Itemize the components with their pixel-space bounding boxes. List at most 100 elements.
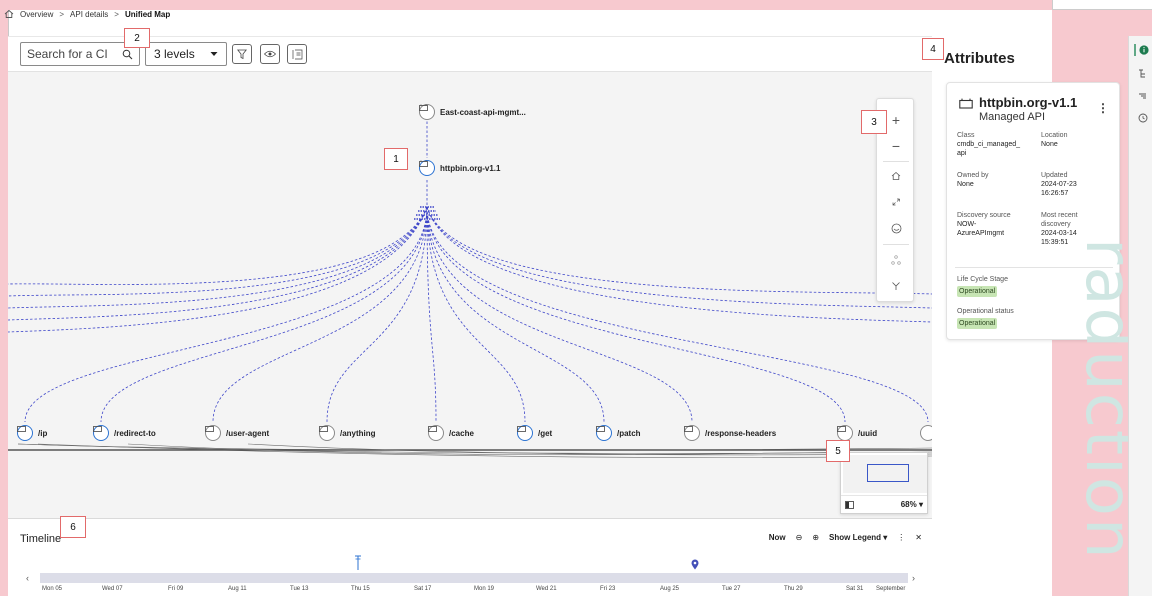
breadcrumb-separator: >: [114, 9, 119, 19]
zoom-level[interactable]: 68% ▾: [901, 500, 923, 509]
tick-label: Tue 13: [290, 586, 309, 592]
minimap[interactable]: 68% ▾: [840, 452, 928, 514]
callout-label: 2: [124, 28, 150, 48]
edge-child: [426, 206, 605, 423]
minimap-toggle-icon[interactable]: [845, 500, 854, 509]
levels-dropdown[interactable]: 3 levels: [145, 42, 227, 66]
child-node-response-headers[interactable]: /response-headers: [684, 425, 776, 441]
discovery-value: NOW- AzureAPImgmt: [957, 221, 1005, 237]
timeline-prev-icon[interactable]: ‹: [26, 573, 29, 583]
more-icon[interactable]: ⋮: [897, 533, 905, 542]
focus-button[interactable]: [877, 215, 915, 241]
chevron-down-icon: [210, 52, 218, 56]
child-node-anything[interactable]: /anything: [319, 425, 376, 441]
updated-value: 2024-07-23 16:26:57: [1041, 181, 1077, 197]
legend-label: Show Legend: [829, 533, 882, 542]
filter-icon: [237, 49, 247, 59]
zoom-percent: 68%: [900, 500, 917, 509]
event-marker-icon[interactable]: [354, 555, 362, 571]
fit-view-button[interactable]: [877, 189, 915, 215]
plus-icon: +: [891, 112, 901, 128]
branch-button[interactable]: [877, 273, 915, 299]
child-node-patch[interactable]: /patch: [596, 425, 641, 441]
left-border: [0, 0, 8, 596]
breadcrumb-api-details[interactable]: API details: [70, 10, 108, 19]
callout-label: 3: [861, 110, 887, 134]
edge-child: [426, 206, 693, 423]
home-icon[interactable]: [4, 9, 14, 19]
location-pin-icon[interactable]: [691, 559, 699, 570]
child-node-uuid[interactable]: /uuid: [837, 425, 877, 441]
levels-value: 3 levels: [154, 47, 195, 61]
selected-node[interactable]: httpbin.org-v1.1: [419, 160, 500, 176]
node-label: /user-agent: [226, 428, 270, 438]
child-node-ip[interactable]: /ip: [17, 425, 47, 441]
home-view-button[interactable]: [877, 163, 915, 189]
managed-api-icon: [319, 425, 335, 441]
tick-label: September: [876, 586, 906, 592]
group-button[interactable]: [877, 247, 915, 273]
view-button[interactable]: [260, 44, 280, 64]
parent-node[interactable]: East-coast-api-mgmt...: [419, 104, 526, 120]
recent-label: Most recent discovery: [1041, 212, 1078, 228]
divider: [883, 161, 909, 162]
callout-label: 1: [384, 148, 408, 170]
node-label: /cache: [449, 428, 474, 438]
edge-offscreen: [8, 206, 428, 285]
callout-label: 6: [60, 516, 86, 538]
class-label: Class: [957, 132, 975, 139]
updated-label: Updated: [1041, 172, 1068, 179]
tick-label: Thu 15: [351, 586, 370, 592]
managed-api-icon: [684, 425, 700, 441]
opstatus-label: Operational status: [957, 308, 1014, 315]
child-node-user-agent[interactable]: /user-agent: [205, 425, 269, 441]
timeline-panel: Timeline Now ⊖ ⊕ Show Legend ▾ ⋮ ✕ ‹ › M…: [8, 518, 932, 596]
zoom-in-icon[interactable]: ⊕: [812, 533, 819, 542]
breadcrumb-overview[interactable]: Overview: [20, 10, 53, 19]
zoom-out-icon[interactable]: ⊖: [796, 533, 803, 542]
managed-api-icon: [428, 425, 444, 441]
edge-offscreen: [426, 206, 932, 323]
info-icon[interactable]: [1134, 44, 1150, 56]
timeline-controls: Now ⊖ ⊕ Show Legend ▾ ⋮ ✕: [769, 533, 922, 542]
target-icon: [891, 223, 901, 233]
child-node-cache[interactable]: /cache: [428, 425, 474, 441]
map-canvas[interactable]: East-coast-api-mgmt... httpbin.org-v1.1 …: [8, 72, 932, 518]
attr-header: httpbin.org-v1.1 Managed API: [959, 95, 1077, 123]
node-label: East-coast-api-mgmt...: [440, 107, 526, 117]
managed-api-icon: [596, 425, 612, 441]
breadcrumb-unified-map: Unified Map: [124, 9, 171, 19]
owned-label: Owned by: [957, 172, 989, 179]
edge-child: [212, 206, 428, 423]
managed-api-icon: [920, 425, 932, 441]
zoom-out-button[interactable]: −: [877, 133, 915, 159]
tick-label: Tue 27: [722, 586, 741, 592]
minimap-footer: 68% ▾: [841, 495, 927, 513]
layout-button[interactable]: [287, 44, 307, 64]
divider: [883, 244, 909, 245]
child-node-offscreen[interactable]: [920, 425, 932, 441]
now-button[interactable]: Now: [769, 533, 786, 542]
ci-search-input[interactable]: Search for a CI: [20, 42, 140, 66]
filter-button[interactable]: [232, 44, 252, 64]
edge-child: [426, 206, 846, 423]
history-icon[interactable]: [1134, 112, 1150, 124]
lifecycle-badge: Operational: [957, 286, 998, 297]
node-label: /ip: [38, 428, 48, 438]
minimap-viewport[interactable]: [867, 464, 909, 482]
child-node-get[interactable]: /get: [517, 425, 552, 441]
child-node-redirect-to[interactable]: /redirect-to: [93, 425, 156, 441]
timeline-next-icon[interactable]: ›: [912, 573, 915, 583]
list-icon[interactable]: [1134, 90, 1150, 102]
lifecycle-label: Life Cycle Stage: [957, 276, 1008, 283]
hierarchy-icon[interactable]: [1134, 68, 1150, 80]
show-legend-button[interactable]: Show Legend ▾: [829, 533, 887, 542]
edge-child: [426, 206, 526, 423]
managed-api-icon: [517, 425, 533, 441]
close-icon[interactable]: ✕: [915, 533, 922, 542]
discovery-source-field: Discovery source NOW- AzureAPImgmt: [957, 211, 1037, 238]
search-icon[interactable]: [122, 49, 133, 60]
timeline-track[interactable]: [40, 573, 908, 583]
tick-label: Wed 21: [536, 586, 557, 592]
more-options-icon[interactable]: ⋮: [1097, 101, 1109, 115]
